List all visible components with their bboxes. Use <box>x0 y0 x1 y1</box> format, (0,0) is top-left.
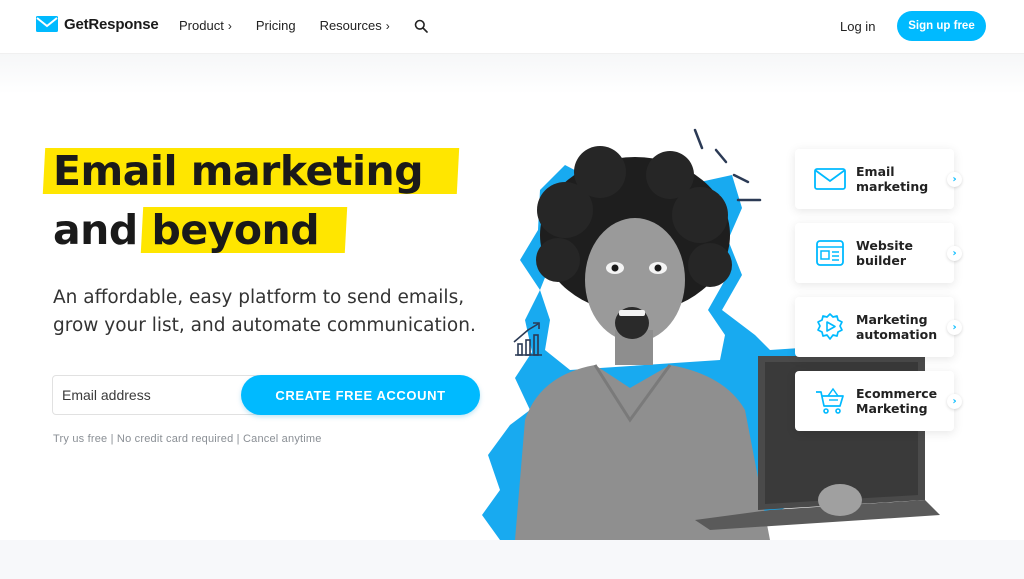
feature-label-line: Email <box>856 164 895 179</box>
chevron-right-icon: › <box>947 172 962 187</box>
section-divider <box>0 540 1024 579</box>
nav-resources[interactable]: Resources › <box>320 18 390 33</box>
subtitle-line: An affordable, easy platform to send ema… <box>53 287 465 308</box>
feature-label-line: marketing <box>856 179 929 194</box>
spark-line <box>693 128 704 150</box>
hero-subtitle: An affordable, easy platform to send ema… <box>53 284 513 340</box>
search-icon[interactable] <box>414 19 428 33</box>
chevron-right-icon: › <box>947 394 962 409</box>
feature-label: Website builder <box>856 238 913 268</box>
feature-label-line: automation <box>856 327 938 342</box>
nav-label: Resources <box>319 18 382 33</box>
envelope-icon <box>814 168 846 190</box>
feature-label-line: Ecommerce <box>856 386 938 401</box>
spark-line <box>732 173 750 184</box>
feature-label-line: builder <box>856 253 907 268</box>
chevron-right-icon: › <box>947 320 962 335</box>
create-account-button[interactable]: CREATE FREE ACCOUNT <box>241 375 480 415</box>
nav-label: Product <box>179 18 224 33</box>
feature-label: Email marketing <box>856 164 928 194</box>
hero-headline-line1: Email marketing <box>53 147 424 195</box>
headline-word-highlighted: beyond <box>151 206 320 254</box>
feature-card-marketing-automation[interactable]: Marketing automation › <box>795 297 962 357</box>
envelope-logo-icon <box>36 16 58 32</box>
feature-label-line: Website <box>856 238 913 253</box>
email-field[interactable] <box>52 375 262 415</box>
signup-button[interactable]: Sign up free <box>897 11 986 41</box>
fine-print: Try us free | No credit card required | … <box>53 433 322 445</box>
headline-word: and <box>53 206 138 254</box>
nav-label: Pricing <box>255 18 296 33</box>
brand-name: GetResponse <box>64 15 159 33</box>
chevron-right-icon: › <box>227 18 232 33</box>
feature-card-email-marketing[interactable]: Email marketing › <box>795 149 962 209</box>
feature-card-website-builder[interactable]: Website builder › <box>795 223 962 283</box>
website-icon <box>816 240 844 266</box>
feature-label-line: Marketing <box>856 401 928 416</box>
nav-pricing[interactable]: Pricing <box>256 18 296 33</box>
cart-icon <box>816 387 844 414</box>
spark-line <box>714 148 728 164</box>
gear-play-icon <box>817 313 843 340</box>
nav-product[interactable]: Product › <box>179 18 232 33</box>
hero-headline-line2: and beyond <box>53 206 320 254</box>
brand-logo[interactable]: GetResponse <box>36 15 159 33</box>
main-nav: Product › Pricing Resources › <box>179 18 428 33</box>
chevron-right-icon: › <box>947 246 962 261</box>
feature-label-line: Marketing <box>856 312 928 327</box>
login-link[interactable]: Log in <box>840 19 875 34</box>
feature-label: Ecommerce Marketing <box>856 386 937 416</box>
top-navigation: GetResponse Product › Pricing Resources … <box>0 0 1024 54</box>
feature-label: Marketing automation <box>856 312 937 342</box>
feature-card-ecommerce-marketing[interactable]: Ecommerce Marketing › <box>795 371 962 431</box>
subtitle-line: grow your list, and automate communicati… <box>53 315 476 336</box>
chevron-right-icon: › <box>385 18 390 33</box>
